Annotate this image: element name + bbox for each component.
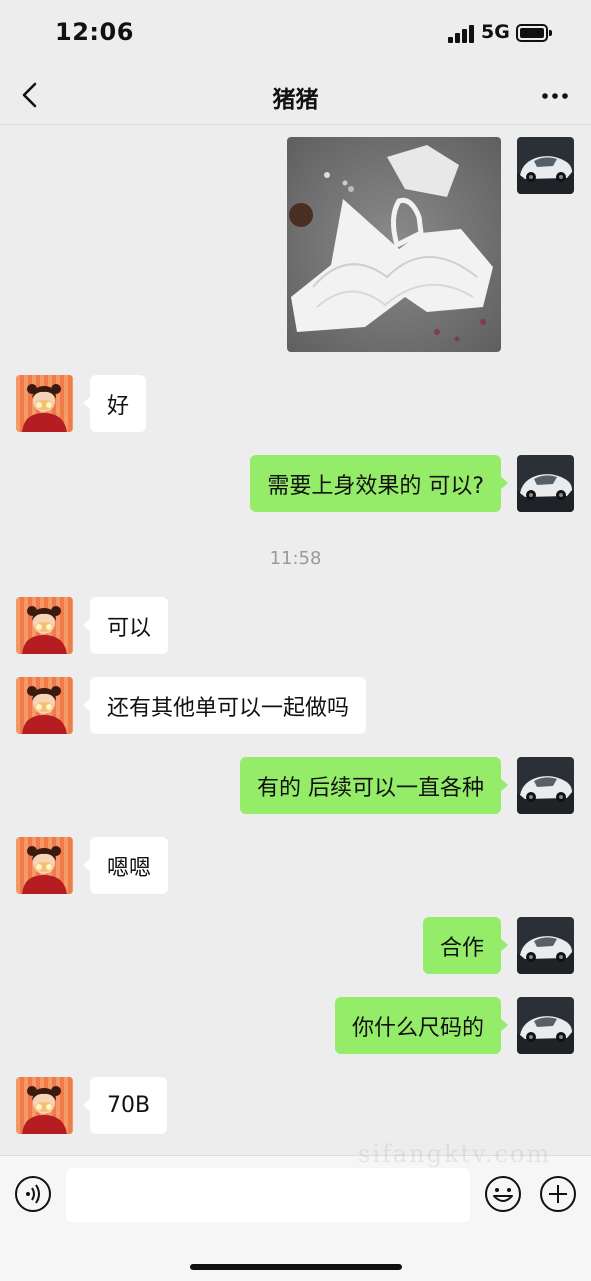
input-bar: sifangktv.com [0, 1140, 591, 1281]
message-text: 合作 [439, 935, 484, 961]
nav-bar: 猪猪 [0, 66, 591, 125]
my-avatar[interactable] [517, 757, 574, 814]
lace-bra-photo-icon [287, 137, 501, 352]
outgoing-message[interactable]: 合作 [422, 917, 509, 974]
my-avatar[interactable] [517, 455, 574, 512]
incoming-message[interactable]: 好 [82, 375, 147, 432]
message-text: 需要上身效果的 可以? [267, 473, 484, 499]
outgoing-message[interactable]: 有的 后续可以一直各种 [240, 757, 508, 814]
my-avatar[interactable] [517, 917, 574, 974]
my-avatar[interactable] [517, 997, 574, 1054]
my-avatar[interactable] [517, 137, 574, 194]
watermark: sifangktv.com [358, 1140, 552, 1168]
status-time: 12:06 [55, 18, 134, 46]
status-bar: 12:06 5G [0, 0, 591, 66]
image-message[interactable] [287, 137, 501, 352]
incoming-message[interactable]: 可以 [82, 597, 169, 654]
outgoing-message[interactable]: 你什么尺码的 [334, 997, 509, 1054]
message-input[interactable] [66, 1168, 470, 1222]
contact-avatar[interactable] [16, 597, 73, 654]
plus-icon[interactable] [539, 1175, 577, 1213]
message-text: 70B [107, 1093, 151, 1118]
incoming-message[interactable]: 70B [82, 1077, 168, 1134]
chat-title: 猪猪 [272, 87, 319, 113]
message-timestamp: 11:58 [269, 548, 322, 569]
contact-avatar[interactable] [16, 375, 73, 432]
voice-icon[interactable] [14, 1175, 52, 1213]
message-text: 你什么尺码的 [351, 1015, 484, 1041]
more-icon[interactable] [539, 80, 571, 112]
message-text: 可以 [107, 615, 152, 641]
emoji-icon[interactable] [484, 1175, 522, 1213]
signal-icon [448, 25, 476, 43]
contact-avatar[interactable] [16, 837, 73, 894]
battery-icon [516, 24, 552, 42]
incoming-message[interactable]: 嗯嗯 [82, 837, 169, 894]
incoming-message[interactable]: 还有其他单可以一起做吗 [82, 677, 367, 734]
outgoing-message[interactable]: 需要上身效果的 可以? [250, 455, 508, 512]
message-text: 有的 后续可以一直各种 [257, 775, 484, 801]
message-text: 好 [107, 393, 130, 419]
contact-avatar[interactable] [16, 677, 73, 734]
message-text: 嗯嗯 [107, 855, 152, 881]
network-label: 5G [481, 21, 510, 43]
message-text: 还有其他单可以一起做吗 [107, 695, 350, 721]
home-indicator [190, 1264, 402, 1270]
contact-avatar[interactable] [16, 1077, 73, 1134]
